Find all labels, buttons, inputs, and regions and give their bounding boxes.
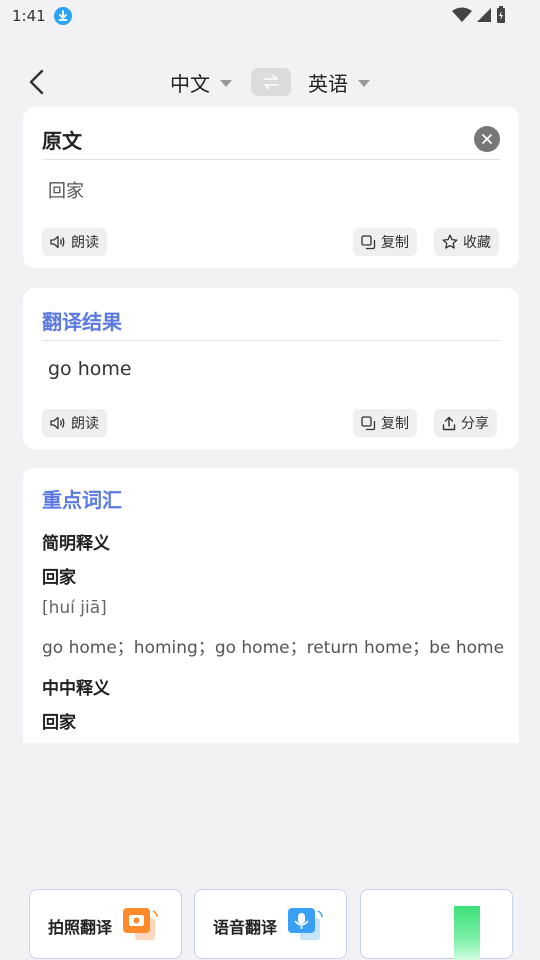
back-arrow-icon (29, 69, 44, 95)
read-aloud-button[interactable]: 朗读 (42, 409, 107, 437)
read-aloud-button[interactable]: 朗读 (42, 228, 107, 256)
favorite-button[interactable]: 收藏 (434, 228, 499, 256)
result-card: 翻译结果 go home 朗读 复制 分享 (23, 288, 519, 449)
swap-languages-button[interactable] (251, 68, 291, 96)
vocabulary-word: 回家 (42, 568, 76, 588)
share-label: 分享 (461, 416, 489, 432)
vocabulary-card: 重点词汇 简明释义 回家 [huí jiā] go home；homing；go… (23, 468, 519, 743)
word-meanings: go home；homing；go home；return home；be ho… (42, 638, 505, 658)
copy-button[interactable]: 复制 (353, 228, 417, 256)
source-text[interactable]: 回家 (48, 177, 84, 203)
copy-button[interactable]: 复制 (353, 409, 417, 437)
simple-definition-heading: 简明释义 (42, 534, 110, 554)
source-language-label: 中文 (170, 71, 210, 96)
microphone-icon (288, 908, 323, 940)
target-language-label: 英语 (308, 71, 348, 96)
language-bar: 中文 英语 (0, 58, 540, 106)
chevron-down-icon (220, 79, 232, 87)
clear-button[interactable] (474, 126, 500, 152)
chinese-definition-word: 回家 (42, 713, 76, 733)
divider (42, 159, 500, 160)
back-button[interactable] (26, 68, 50, 96)
source-title: 原文 (42, 129, 82, 153)
green-indicator (454, 906, 480, 960)
target-language-select[interactable]: 英语 (308, 68, 370, 96)
vocabulary-title: 重点词汇 (42, 488, 122, 512)
swap-icon (263, 74, 279, 90)
read-aloud-label: 朗读 (71, 235, 99, 251)
battery-icon (497, 6, 505, 23)
share-icon (442, 416, 456, 430)
download-icon (53, 7, 72, 25)
wifi-icon (452, 7, 472, 22)
chevron-down-icon (358, 79, 370, 87)
chinese-definition-heading: 中中释义 (42, 679, 110, 699)
divider (42, 340, 500, 341)
clear-icon (482, 134, 492, 144)
pinyin: [huí jiā] (42, 598, 107, 618)
share-button[interactable]: 分享 (434, 409, 497, 437)
signal-icon (477, 8, 491, 22)
status-bar: 1:41 (0, 0, 540, 32)
camera-icon (123, 908, 158, 940)
speaker-icon (50, 235, 65, 249)
favorite-label: 收藏 (463, 235, 491, 251)
photo-translate-label: 拍照翻译 (48, 918, 113, 937)
result-text: go home (48, 358, 132, 380)
voice-translate-label: 语音翻译 (213, 918, 278, 937)
voice-translate-button[interactable]: 语音翻译 (194, 889, 347, 959)
status-time: 1:41 (12, 7, 46, 25)
speaker-icon (50, 416, 65, 430)
copy-label: 复制 (381, 416, 409, 432)
copy-icon (361, 234, 376, 249)
photo-translate-button[interactable]: 拍照翻译 (29, 889, 182, 959)
read-aloud-label: 朗读 (71, 416, 99, 432)
copy-icon (361, 415, 376, 430)
star-icon (442, 234, 458, 249)
third-tool-button[interactable] (360, 889, 513, 960)
copy-label: 复制 (381, 235, 409, 251)
source-language-select[interactable]: 中文 (170, 68, 232, 96)
source-card: 原文 回家 朗读 复制 收藏 (23, 107, 519, 268)
result-title: 翻译结果 (42, 310, 122, 334)
